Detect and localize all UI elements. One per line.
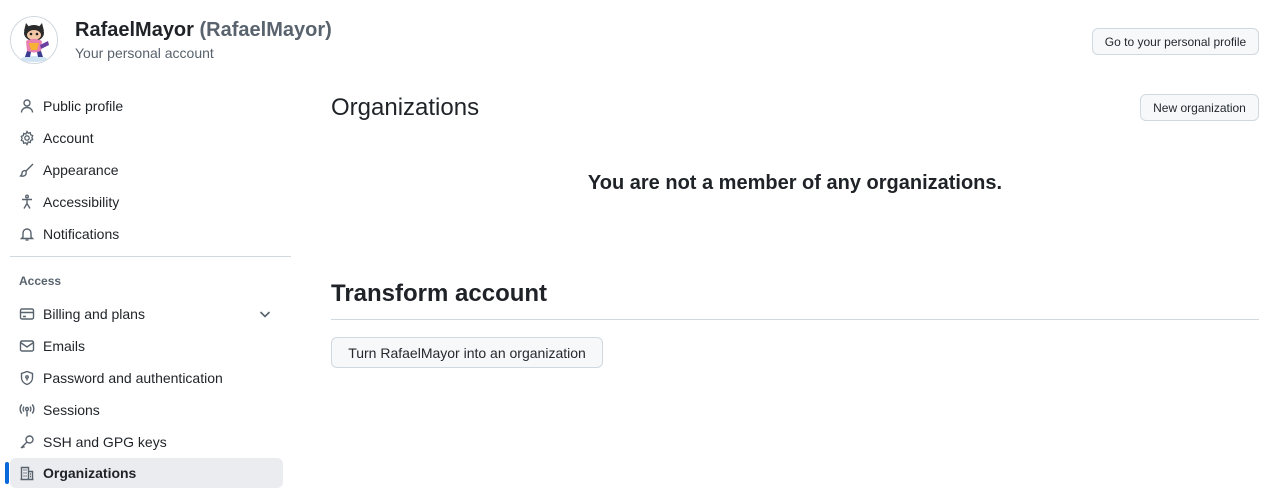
sidebar-item-emails[interactable]: Emails [10, 331, 283, 361]
account-handle: (RafaelMayor) [199, 19, 332, 41]
sidebar-item-notifications[interactable]: Notifications [10, 219, 283, 249]
sidebar-item-label: Emails [43, 338, 86, 354]
sidebar-item-label: SSH and GPG keys [43, 434, 167, 450]
new-organization-button[interactable]: New organization [1140, 94, 1259, 121]
sidebar-item-label: Account [43, 130, 94, 146]
sidebar-item-label: Accessibility [43, 194, 120, 210]
sidebar-item-label: Notifications [43, 226, 120, 242]
broadcast-icon [19, 402, 35, 418]
bell-icon [19, 226, 35, 242]
sidebar-item-appearance[interactable]: Appearance [10, 155, 283, 185]
transform-account-button[interactable]: Turn RafaelMayor into an organization [331, 337, 603, 368]
section-divider [331, 319, 1259, 320]
gear-icon [19, 130, 35, 146]
octocat-avatar-icon [11, 17, 57, 63]
credit-card-icon [19, 306, 35, 322]
sidebar-item-label: Appearance [43, 162, 119, 178]
sidebar-item-public-profile[interactable]: Public profile [10, 91, 283, 121]
key-icon [19, 434, 35, 450]
sidebar-item-label: Password and authentication [43, 370, 223, 386]
sidebar-item-label: Sessions [43, 402, 100, 418]
account-subtitle: Your personal account [75, 45, 214, 61]
sidebar-item-organizations[interactable]: Organizations [10, 458, 283, 488]
display-name: RafaelMayor [75, 19, 194, 41]
go-to-profile-button[interactable]: Go to your personal profile [1092, 28, 1259, 55]
selected-indicator [5, 462, 9, 484]
accessibility-icon [19, 194, 35, 210]
sidebar-item-password[interactable]: Password and authentication [10, 363, 283, 393]
page-title: Organizations [331, 94, 480, 121]
account-name: RafaelMayor (RafaelMayor) [75, 19, 332, 42]
sidebar-item-accessibility[interactable]: Accessibility [10, 187, 283, 217]
sidebar-item-label: Organizations [43, 465, 137, 481]
person-icon [19, 98, 35, 114]
sidebar-item-label: Public profile [43, 98, 124, 114]
sidebar-divider [10, 256, 291, 257]
sidebar-item-billing[interactable]: Billing and plans [10, 299, 283, 329]
mail-icon [19, 338, 35, 354]
sidebar-item-label: Billing and plans [43, 306, 145, 322]
sidebar-item-sessions[interactable]: Sessions [10, 395, 283, 425]
avatar[interactable] [10, 16, 58, 64]
paintbrush-icon [19, 162, 35, 178]
chevron-down-icon[interactable] [257, 306, 273, 322]
transform-account-heading: Transform account [331, 280, 548, 307]
shield-lock-icon [19, 370, 35, 386]
sidebar-item-ssh-gpg-keys[interactable]: SSH and GPG keys [10, 427, 283, 457]
empty-state-message: You are not a member of any organization… [587, 172, 1003, 194]
organization-icon [19, 465, 35, 481]
sidebar-section-access: Access [19, 274, 62, 288]
sidebar-item-account[interactable]: Account [10, 123, 283, 153]
